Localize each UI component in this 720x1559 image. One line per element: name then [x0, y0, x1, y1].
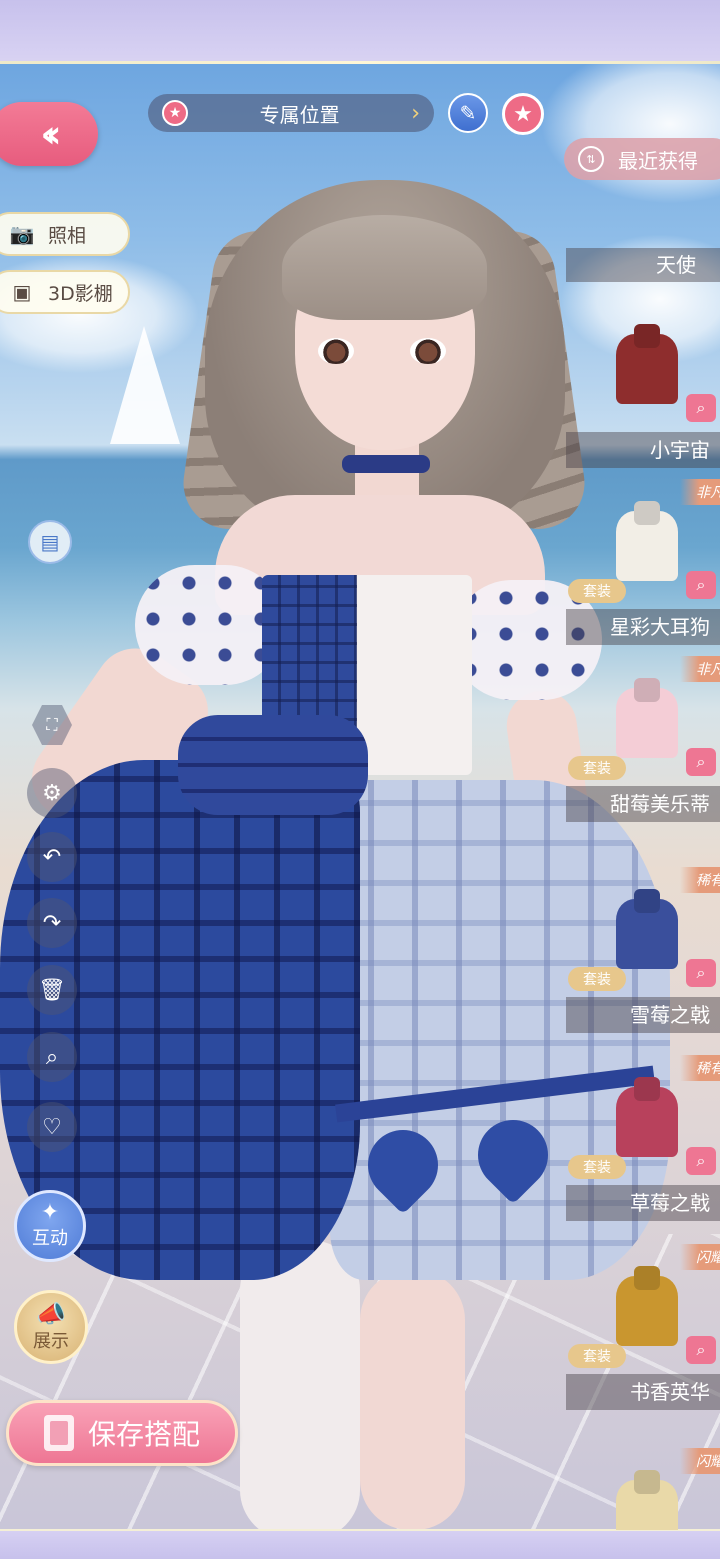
outfit-item[interactable]: 稀有 套装 ⌕ 雪莓之戟: [566, 867, 720, 1061]
outfit-item[interactable]: 非凡 套装 ⌕ 甜莓美乐蒂: [566, 656, 720, 850]
save-outfit-icon: [43, 1415, 74, 1451]
outfit-item[interactable]: 稀有 套装 ⌕ 草莓之戟: [566, 1055, 720, 1249]
choker: [342, 455, 430, 473]
bag-icon: ▤: [40, 530, 60, 554]
sort-arrows-icon: ⇅: [578, 146, 604, 172]
zoom-icon[interactable]: ⌕: [686, 1336, 716, 1364]
item-name: 星彩大耳狗: [566, 609, 720, 645]
undo-icon: ↶: [42, 844, 62, 870]
dress-image: [616, 899, 678, 969]
zoom-icon[interactable]: ⌕: [686, 394, 716, 422]
dress-image: [616, 688, 678, 758]
dress-image: [616, 334, 678, 404]
save-label: 保存搭配: [87, 1418, 200, 1451]
show-label: 展示: [33, 1331, 69, 1352]
star-icon: ★: [162, 100, 188, 126]
photo-button[interactable]: 📷 照相: [0, 212, 130, 256]
sort-label: 最近获得: [618, 148, 698, 173]
dress-image: [616, 1087, 678, 1157]
cloud: [540, 64, 720, 204]
fringe: [282, 215, 487, 320]
show-button[interactable]: 📣 展示: [14, 1290, 88, 1364]
double-chevron-left-icon: ‹‹: [40, 112, 62, 156]
bottom-frame: [0, 1529, 720, 1559]
gear-icon: ⚙: [42, 780, 62, 806]
sort-dropdown[interactable]: ⇅ 最近获得: [564, 138, 720, 180]
position-label: 专属位置: [259, 102, 340, 127]
item-thumbnail: [602, 1450, 692, 1530]
set-badge: 套装: [568, 756, 626, 780]
top-frame: [0, 0, 720, 64]
item-name: 书香英华: [566, 1374, 720, 1410]
dress-image: [616, 1480, 678, 1530]
camera-icon: 📷: [9, 222, 35, 246]
interact-button[interactable]: ✦ 互动: [14, 1190, 86, 1262]
interact-label: 互动: [32, 1228, 68, 1249]
photo-label: 照相: [48, 224, 87, 247]
redo-icon: ↷: [42, 910, 62, 936]
outfit-item[interactable]: 闪耀: [566, 1440, 720, 1530]
search-icon: ⌕: [45, 1044, 59, 1070]
edit-button[interactable]: ✎: [448, 93, 488, 133]
trash-icon: 🗑: [38, 977, 66, 1003]
item-name-angel[interactable]: 天使: [566, 248, 720, 282]
dress-image: [616, 511, 678, 581]
settings-button[interactable]: ⚙: [27, 768, 77, 818]
item-name: 草莓之戟: [566, 1185, 720, 1221]
cube-icon: ▣: [12, 280, 32, 304]
star-icon: ✦: [40, 1200, 60, 1225]
outfit-item[interactable]: ⌕ 小宇宙: [566, 310, 720, 496]
fullscreen-icon: ⛶: [46, 715, 58, 734]
set-badge: 套装: [568, 967, 626, 991]
search-button[interactable]: ⌕: [27, 1032, 77, 1082]
favorite-button[interactable]: ★: [502, 93, 544, 135]
sailboat: [110, 326, 180, 444]
set-badge: 套装: [568, 1155, 626, 1179]
star-icon: ★: [513, 101, 533, 127]
item-thumbnail: [602, 320, 692, 416]
bow: [178, 715, 368, 815]
outfit-item[interactable]: 闪耀 套装 ⌕ 书香英华: [566, 1244, 720, 1438]
item-name: 甜莓美乐蒂: [566, 786, 720, 822]
leg-right: [360, 1270, 465, 1530]
leg-left: [240, 1240, 360, 1540]
outfit-item[interactable]: 非凡 套装 ⌕ 星彩大耳狗: [566, 479, 720, 673]
delete-button[interactable]: 🗑: [27, 965, 77, 1015]
save-outfit-button[interactable]: 保存搭配: [6, 1400, 238, 1466]
bag-button[interactable]: ▤: [28, 520, 72, 564]
dress-image: [616, 1276, 678, 1346]
undo-button[interactable]: ↶: [27, 832, 77, 882]
set-badge: 套装: [568, 579, 626, 603]
exclusive-position-selector[interactable]: ★ 专属位置 ›: [148, 94, 434, 132]
chevron-right-icon: ›: [411, 100, 420, 126]
megaphone-icon: 📣: [36, 1300, 66, 1328]
item-name: 小宇宙: [566, 432, 720, 468]
zoom-icon[interactable]: ⌕: [686, 571, 716, 599]
heart-icon: ♡: [42, 1114, 62, 1140]
eye-left: [318, 338, 354, 364]
zoom-icon[interactable]: ⌕: [686, 1147, 716, 1175]
studio-3d-button[interactable]: ▣ 3D影棚: [0, 270, 130, 314]
item-name: 雪莓之戟: [566, 997, 720, 1033]
zoom-icon[interactable]: ⌕: [686, 748, 716, 776]
studio-label: 3D影棚: [48, 282, 113, 305]
back-button[interactable]: ‹‹: [0, 102, 98, 166]
like-button[interactable]: ♡: [27, 1102, 77, 1152]
pencil-icon: ✎: [459, 101, 477, 125]
redo-button[interactable]: ↷: [27, 898, 77, 948]
eye-right: [410, 338, 446, 364]
set-badge: 套装: [568, 1344, 626, 1368]
zoom-icon[interactable]: ⌕: [686, 959, 716, 987]
